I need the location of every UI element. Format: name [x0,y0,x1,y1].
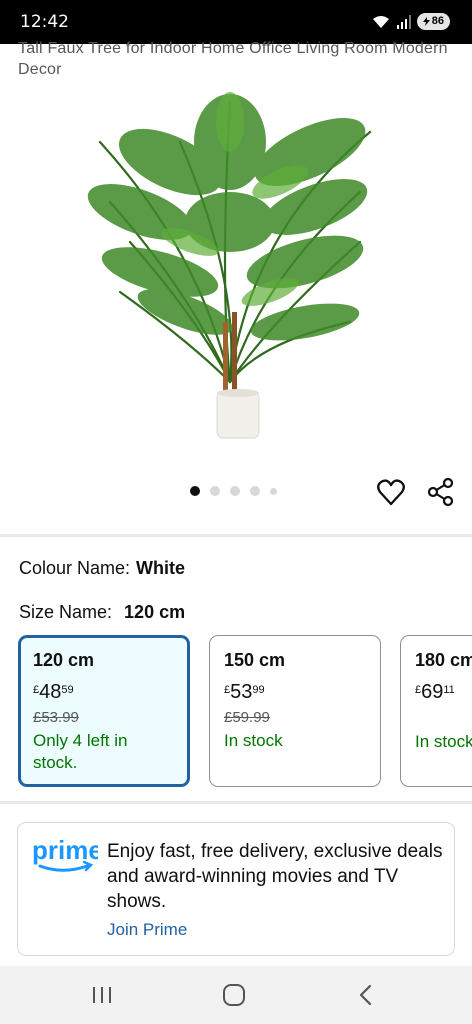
price-fraction: 59 [61,684,74,696]
was-price: £53.99 [33,709,79,726]
size-option-label: 150 cm [224,650,286,670]
price-whole: 69 [421,681,444,703]
product-title[interactable]: Tall Faux Tree for Indoor Home Office Li… [18,38,458,80]
stock-status: Only 4 left in stock. [33,731,128,772]
android-navigation-bar [0,966,472,1024]
size-name-row: Size Name: 120 cm [19,602,185,623]
price-fraction: 99 [252,684,265,696]
prime-logo-text: prime [32,835,98,865]
signal-icon [396,14,411,29]
stock-status: In stock [224,731,283,750]
status-icons: 86 [371,13,450,30]
carousel-dot-5[interactable] [270,487,277,495]
section-divider [0,801,472,804]
artificial-palm-tree-image[interactable] [80,82,392,442]
size-option-180cm[interactable]: 180 cm £ 69 11 In stock [400,635,472,787]
colour-name-row: Colour Name: White [19,558,185,579]
recent-apps-icon[interactable] [90,984,114,1006]
price-whole: 48 [39,681,62,703]
size-option-label: 180 cm [415,650,472,670]
home-icon[interactable] [222,984,246,1006]
was-price: £59.99 [224,709,270,726]
size-option-label: 120 cm [33,650,95,670]
heart-icon[interactable] [376,478,406,508]
size-option-150cm[interactable]: 150 cm £ 53 99 £59.99 In stock [209,635,381,787]
join-prime-link[interactable]: Join Prime [107,920,187,940]
prime-logo: prime [32,835,98,872]
colour-name-label: Colour Name: [19,558,131,578]
size-option-price: £ 69 11 [415,681,472,703]
wifi-icon [372,15,389,28]
share-icon[interactable] [426,477,456,507]
size-option-120cm[interactable]: 120 cm £ 48 59 £53.99 Only 4 left in sto… [18,635,190,787]
status-time: 12:42 [20,12,69,32]
prime-message: Enjoy fast, free delivery, exclusive dea… [107,841,443,912]
carousel-dot-3[interactable] [230,486,240,496]
battery-level: 86 [431,15,444,27]
section-divider [0,534,472,537]
image-carousel-indicator[interactable] [190,486,277,496]
prime-promo-card: prime Enjoy fast, free delivery, exclusi… [17,822,455,956]
battery-icon: 86 [416,13,450,30]
carousel-dot-4[interactable] [250,486,260,496]
was-price [415,709,472,727]
size-name-label: Size Name: [19,602,113,622]
price-whole: 53 [230,681,253,703]
back-icon[interactable] [354,984,378,1006]
colour-name-value: White [136,558,186,578]
carousel-dot-2[interactable] [210,486,220,496]
size-option-price: £ 48 59 [33,681,187,703]
carousel-dot-1[interactable] [190,486,200,496]
price-fraction: 11 [443,684,455,696]
size-name-value: 120 cm [124,602,186,622]
stock-status: In stock [415,732,472,751]
size-option-price: £ 53 99 [224,681,380,703]
